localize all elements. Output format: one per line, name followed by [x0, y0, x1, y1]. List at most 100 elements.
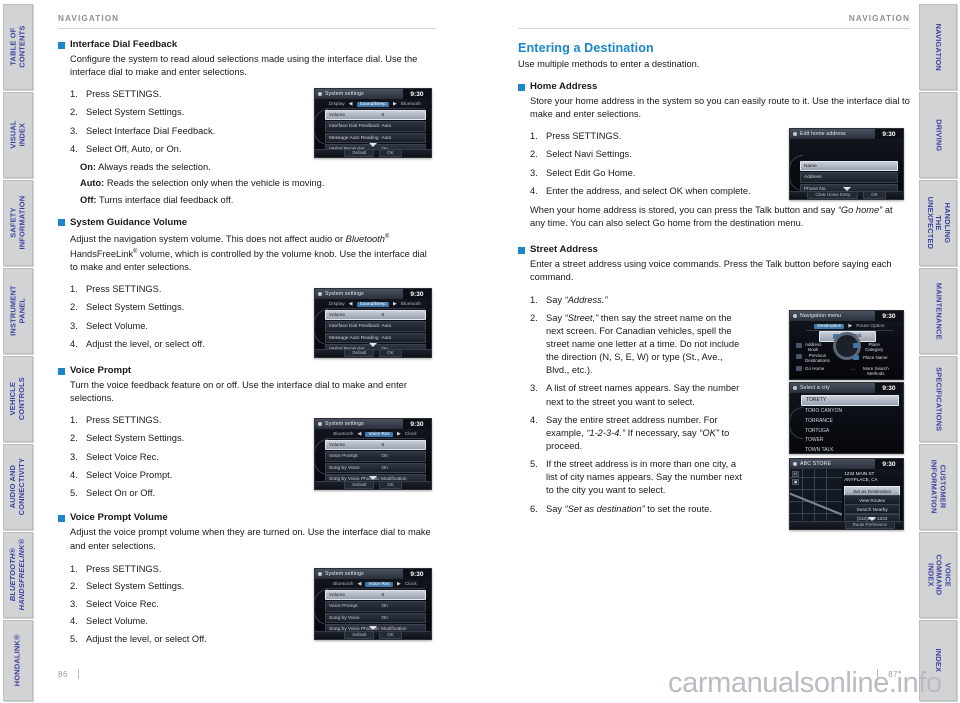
tab-specifications[interactable]: SPECIFICATIONS [919, 356, 957, 442]
chevron-right-icon[interactable]: ▶ [397, 581, 401, 587]
more-search-methods-button[interactable]: More Search Methods [863, 366, 889, 376]
list-item[interactable]: TOWER [801, 436, 899, 445]
list-item[interactable]: TORO CANYON [801, 407, 899, 416]
screen-tab-selected[interactable]: Sound/Beep [356, 301, 389, 307]
chevron-right-icon[interactable]: ▶ [397, 431, 401, 437]
ok-button[interactable]: OK [379, 481, 402, 489]
screen-tab[interactable]: Bluetooth [333, 582, 353, 587]
list-item[interactable]: TOWN TALK [801, 446, 899, 453]
screen-tab-selected[interactable]: Destination [814, 323, 845, 329]
screen-tab[interactable]: Bluetooth [333, 432, 353, 437]
settings-row[interactable]: Volume 6 [325, 590, 426, 601]
screen-tab[interactable]: Clock [405, 432, 417, 437]
settings-row[interactable]: Volume 6 [325, 110, 426, 121]
tab-audio-and-connectivity[interactable]: AUDIO AND CONNECTIVITY [3, 444, 33, 530]
tab-handling-the-unexpected[interactable]: HANDLING THE UNEXPECTED [919, 180, 957, 266]
screen-title: System settings [325, 571, 364, 577]
list-item[interactable]: TORETY [801, 395, 899, 406]
chevron-left-icon[interactable]: ◀ [357, 431, 361, 437]
screen-clock: 9:30 [875, 311, 903, 321]
place-name-button[interactable]: Place Name [863, 355, 888, 360]
chevron-right-icon[interactable]: ▶ [393, 101, 397, 107]
screen-clock: 9:30 [875, 459, 903, 469]
tab-safety-information[interactable]: SAFETY INFORMATION [3, 180, 33, 266]
chevron-left-icon[interactable]: ◀ [349, 101, 353, 107]
screen-tab-selected[interactable]: Voice Rec [365, 431, 393, 437]
screen-tab[interactable]: Bluetooth [401, 302, 421, 307]
tab-voice-command-index[interactable]: VOICE COMMAND INDEX [919, 532, 957, 618]
row-value: Auto [381, 135, 392, 141]
section-home-address: Home Address [518, 81, 910, 92]
step-number: 1. [70, 89, 78, 100]
figure-system-settings-voice-volume: System settings 9:30 Bluetooth ◀ Voice R… [314, 568, 432, 640]
default-button[interactable]: Default [344, 631, 375, 639]
screen-title: ABC STORE [800, 461, 832, 467]
name-field[interactable]: Name [800, 161, 898, 172]
section-title: System Guidance Volume [70, 216, 188, 228]
tab-visual-index[interactable]: VISUAL INDEX [3, 92, 33, 178]
ok-button[interactable]: OK [863, 191, 886, 199]
ok-button[interactable]: OK [379, 349, 402, 357]
ok-button[interactable]: OK [379, 149, 402, 157]
screen-tab[interactable]: Display [329, 102, 345, 107]
screen-tab-selected[interactable]: Voice Rec [365, 581, 393, 587]
list-item[interactable]: TORRANCE [801, 417, 899, 426]
previous-destinations-button[interactable]: Previous Destinations [805, 353, 830, 363]
section-title: Interface Dial Feedback [70, 39, 178, 50]
settings-row[interactable]: Song by Voice On [325, 612, 426, 624]
settings-row[interactable]: Volume 6 [325, 310, 426, 321]
screen-tab-selected[interactable]: Sound/Beep [356, 101, 389, 107]
default-button[interactable]: Default [344, 481, 375, 489]
tab-hondalink[interactable]: HONDALINK® [3, 620, 33, 701]
tab-table-of-contents[interactable]: TABLE OF CONTENTS [3, 4, 33, 90]
scroll-down-icon[interactable] [369, 143, 377, 147]
definition-auto: Auto: Reads the selection only when the … [80, 177, 436, 190]
voice-command-quote: “Address.” [564, 294, 608, 305]
settings-row[interactable]: Volume 6 [325, 440, 426, 451]
chevron-left-icon[interactable]: ◀ [357, 581, 361, 587]
screen-tab[interactable]: Bluetooth [401, 102, 421, 107]
scroll-down-icon[interactable] [369, 476, 377, 480]
settings-row[interactable]: Voice Prompt On [325, 601, 426, 612]
screen-tab[interactable]: Route Option [856, 324, 884, 329]
square-bullet-icon [518, 83, 525, 91]
settings-row[interactable]: Message Auto Reading Auto [325, 332, 426, 344]
chevron-left-icon[interactable]: ◀ [349, 301, 353, 307]
chevron-right-icon[interactable]: ▶ [393, 301, 397, 307]
step-text: Select Volume. [86, 320, 149, 331]
settings-row[interactable]: Message Auto Reading Auto [325, 132, 426, 144]
map-grid-line [790, 513, 842, 514]
tab-driving[interactable]: DRIVING [919, 92, 957, 178]
tab-maintenance[interactable]: MAINTENANCE [919, 268, 957, 354]
list-item[interactable]: TORTUGA [801, 426, 899, 435]
place-category-button[interactable]: Place Category [865, 342, 883, 352]
ok-button[interactable]: OK [379, 631, 402, 639]
screen-tab[interactable]: Clock [405, 582, 417, 587]
clear-home-entry-button[interactable]: Clear Home Entry [807, 191, 859, 199]
scroll-down-icon[interactable] [369, 626, 377, 630]
tab-label: BLUETOOTH® HANDSFREELINK® [8, 539, 27, 611]
settings-row[interactable]: Song by Voice On [325, 462, 426, 474]
screen-tab[interactable]: Display [329, 302, 345, 307]
tab-vehicle-controls[interactable]: VEHICLE CONTROLS [3, 356, 33, 442]
route-preference-button[interactable]: Route Preference [844, 521, 895, 529]
settings-row[interactable]: Interface Dial Feedback Auto [325, 321, 426, 332]
settings-row[interactable]: Interface Dial Feedback Auto [325, 121, 426, 132]
paragraph-part: HandsFreeLink [70, 248, 134, 259]
address-book-button[interactable]: Address Book [805, 342, 822, 352]
list-item: 3. A list of street names appears. Say th… [530, 382, 745, 408]
tab-instrument-panel[interactable]: INSTRUMENT PANEL [3, 268, 33, 354]
address-field[interactable]: Address [800, 172, 898, 183]
scroll-down-icon[interactable] [369, 343, 377, 347]
tab-customer-information[interactable]: CUSTOMER INFORMATION [919, 444, 957, 530]
settings-row[interactable]: Voice Prompt On [325, 451, 426, 462]
chevron-right-icon[interactable]: ▶ [848, 323, 852, 329]
tab-navigation[interactable]: NAVIGATION [919, 4, 957, 90]
tab-bluetooth-handsfreelink[interactable]: BLUETOOTH® HANDSFREELINK® [3, 532, 33, 618]
screen-footer: Default OK [315, 480, 431, 489]
default-button[interactable]: Default [344, 349, 375, 357]
go-home-button[interactable]: Go Home [805, 366, 824, 371]
menu-dot-icon [318, 572, 322, 576]
default-button[interactable]: Default [344, 149, 375, 157]
step-number: 5. [70, 633, 78, 644]
